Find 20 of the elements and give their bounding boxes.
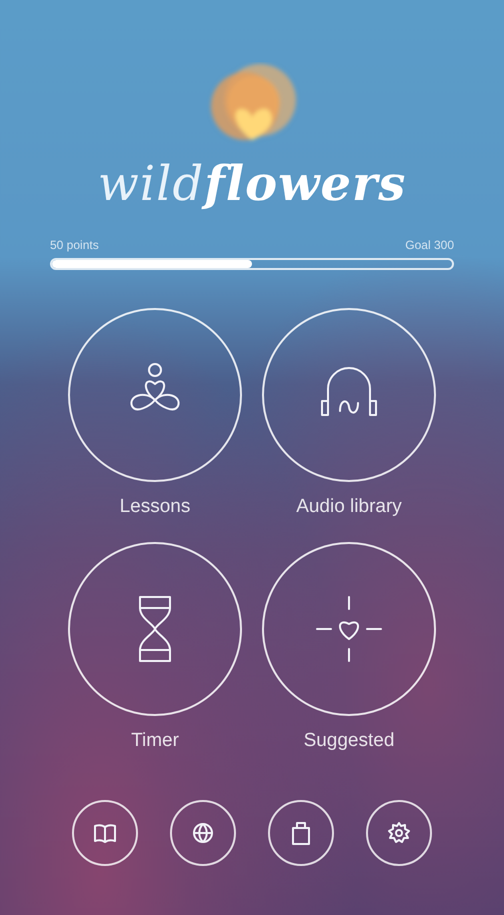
menu-label[interactable]: Suggested [304, 730, 394, 752]
goal-label: Goal 300 [405, 238, 454, 252]
round-icon-button[interactable] [268, 800, 334, 866]
menu-label[interactable]: Audio library [296, 496, 402, 518]
heart-target-icon [314, 594, 384, 664]
points-label: 50 points [50, 238, 99, 252]
round-icon-button[interactable] [366, 800, 432, 866]
round-icon-button[interactable] [170, 800, 236, 866]
menu-circle-button[interactable] [68, 542, 242, 716]
settings-icon [387, 821, 411, 845]
globe-icon [191, 821, 215, 845]
menu-circle-button[interactable] [262, 542, 436, 716]
menu-label[interactable]: Lessons [120, 496, 190, 518]
menu-label[interactable]: Timer [131, 730, 179, 752]
menu-circle-button[interactable] [262, 308, 436, 482]
menu-circle-button[interactable] [68, 308, 242, 482]
book-icon [93, 823, 117, 843]
round-icon-button[interactable] [72, 800, 138, 866]
bag-icon [291, 820, 311, 846]
app-logo-text: wildflowers [98, 156, 406, 212]
